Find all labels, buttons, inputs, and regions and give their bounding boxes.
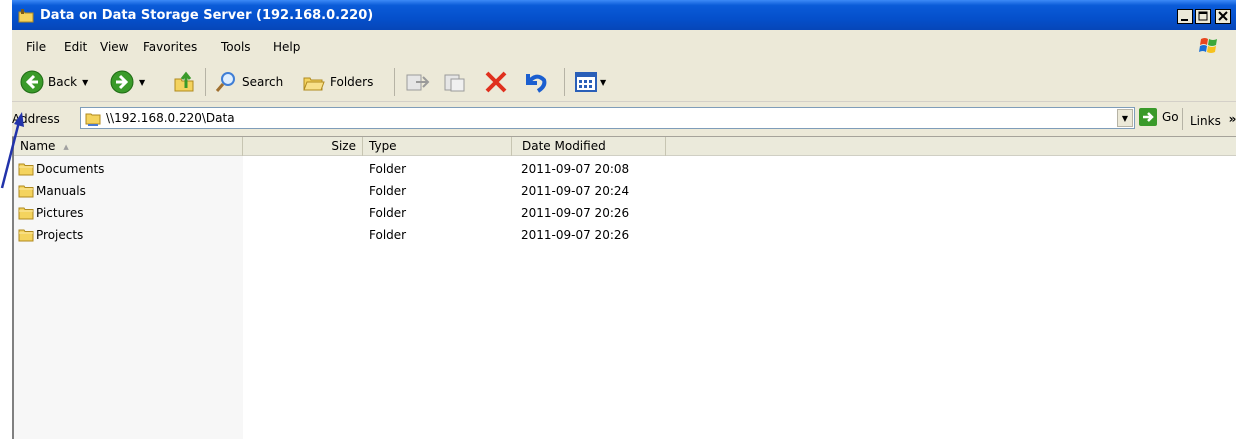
- window-title: Data on Data Storage Server (192.168.0.2…: [40, 8, 374, 23]
- explorer-window: Data on Data Storage Server (192.168.0.2…: [12, 0, 1236, 439]
- address-input[interactable]: \\192.168.0.220\Data ▼: [80, 107, 1135, 129]
- delete-icon: [485, 71, 507, 93]
- annotation-arrow-icon: [0, 112, 24, 189]
- move-to-button[interactable]: [404, 68, 430, 96]
- table-row[interactable]: Manuals Folder 2011-09-07 20:24: [12, 181, 1236, 203]
- copy-to-button[interactable]: [442, 68, 468, 96]
- menu-favorites[interactable]: Favorites: [143, 40, 197, 54]
- views-button[interactable]: ▼: [574, 68, 606, 96]
- maximize-button[interactable]: [1195, 9, 1211, 24]
- maximize-icon: [1198, 11, 1208, 21]
- address-value: \\192.168.0.220\Data: [106, 111, 235, 125]
- menu-tools[interactable]: Tools: [221, 40, 251, 54]
- folders-label: Folders: [330, 75, 374, 89]
- network-folder-icon: [85, 113, 101, 126]
- close-button[interactable]: [1215, 9, 1231, 24]
- address-dropdown-button[interactable]: ▼: [1117, 109, 1133, 127]
- table-row[interactable]: Documents Folder 2011-09-07 20:08: [12, 159, 1236, 181]
- copy-to-icon: [444, 74, 465, 92]
- column-header-row: Name ▲ Size Type Date Modified: [14, 137, 1236, 156]
- table-row[interactable]: Pictures Folder 2011-09-07 20:26: [12, 203, 1236, 225]
- menu-edit[interactable]: Edit: [64, 40, 87, 54]
- file-date-modified: 2011-09-07 20:24: [521, 184, 630, 198]
- forward-button[interactable]: ▼: [110, 68, 145, 96]
- go-button[interactable]: Go: [1139, 108, 1179, 126]
- undo-icon: [526, 74, 547, 93]
- table-row[interactable]: Projects Folder 2011-09-07 20:26: [12, 225, 1236, 247]
- file-type: Folder: [369, 228, 407, 242]
- links-label: Links: [1190, 114, 1221, 128]
- column-header-type[interactable]: Type: [363, 137, 512, 156]
- file-type: Folder: [369, 184, 407, 198]
- up-folder-icon: [174, 71, 194, 92]
- menu-file[interactable]: File: [26, 40, 46, 54]
- folder-icon: [18, 207, 34, 220]
- undo-button[interactable]: [522, 68, 548, 96]
- search-button[interactable]: Search: [214, 68, 283, 96]
- address-bar: Address \\192.168.0.220\Data ▼ Go Links …: [12, 102, 1236, 137]
- sort-ascending-icon: ▲: [63, 143, 69, 151]
- file-date-modified: 2011-09-07 20:26: [521, 228, 630, 242]
- minimize-button[interactable]: [1177, 9, 1193, 24]
- chevron-right-icon: »: [1228, 112, 1236, 126]
- folders-button[interactable]: Folders: [302, 68, 373, 96]
- folders-icon: [303, 77, 325, 91]
- file-name: Pictures: [36, 206, 84, 220]
- column-header-date-modified[interactable]: Date Modified: [512, 137, 666, 156]
- back-button[interactable]: Back ▼: [20, 68, 88, 96]
- close-icon: [1218, 11, 1228, 21]
- views-icon: [575, 72, 597, 92]
- forward-arrow-icon: [110, 70, 134, 94]
- move-to-icon: [406, 74, 430, 91]
- go-arrow-icon: [1139, 108, 1157, 126]
- back-arrow-icon: [20, 70, 44, 94]
- menu-help[interactable]: Help: [273, 40, 300, 54]
- chevron-down-icon: ▼: [1121, 113, 1129, 123]
- file-name: Projects: [36, 228, 84, 242]
- back-label: Back: [48, 75, 78, 89]
- toolbar: Back ▼ ▼ Search Folders ▼: [12, 62, 1236, 102]
- menu-bar: File Edit View Favorites Tools Help: [12, 30, 1236, 63]
- delete-button[interactable]: [484, 68, 508, 96]
- back-dropdown-icon[interactable]: ▼: [82, 78, 88, 87]
- windows-logo-icon: [1199, 38, 1217, 53]
- links-button[interactable]: Links »: [1190, 112, 1236, 128]
- file-date-modified: 2011-09-07 20:26: [521, 206, 630, 220]
- network-folder-icon: [18, 9, 34, 23]
- search-icon: [215, 72, 235, 92]
- toolbar-separator: [564, 68, 565, 96]
- folder-icon: [18, 229, 34, 242]
- forward-dropdown-icon[interactable]: ▼: [139, 78, 145, 87]
- toolbar-separator: [205, 68, 206, 96]
- file-list[interactable]: Name ▲ Size Type Date Modified Documents …: [12, 137, 1236, 439]
- toolbar-separator: [394, 68, 395, 96]
- column-header-size[interactable]: Size: [243, 137, 363, 156]
- up-folder-button[interactable]: [172, 68, 196, 96]
- file-type: Folder: [369, 206, 407, 220]
- search-label: Search: [242, 75, 284, 89]
- file-date-modified: 2011-09-07 20:08: [521, 162, 630, 176]
- minimize-icon: [1181, 19, 1188, 21]
- go-label: Go: [1162, 110, 1179, 124]
- menu-view[interactable]: View: [100, 40, 128, 54]
- links-separator: [1182, 108, 1183, 130]
- title-bar[interactable]: Data on Data Storage Server (192.168.0.2…: [12, 0, 1236, 30]
- views-dropdown-icon[interactable]: ▼: [600, 78, 606, 87]
- file-type: Folder: [369, 162, 407, 176]
